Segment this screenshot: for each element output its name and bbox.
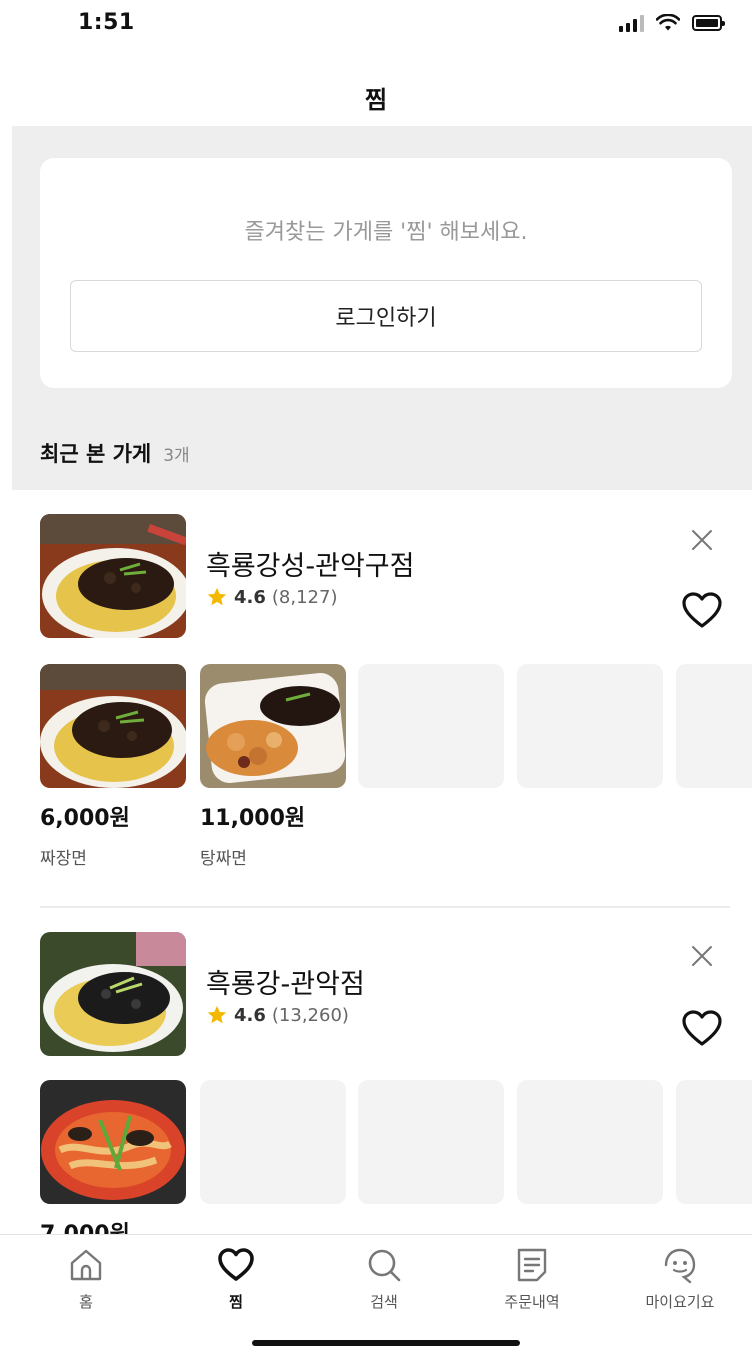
menu-item-placeholder (358, 664, 504, 788)
menu-name: 탕짜면 (200, 849, 247, 869)
search-icon (368, 1249, 401, 1282)
tab-label: 마이요기요 (645, 1293, 715, 1311)
menu-item-placeholder (676, 664, 752, 788)
menu-row (40, 1080, 752, 1204)
review-count: (13,260) (271, 1004, 349, 1026)
menu-item-placeholder (676, 1080, 752, 1204)
jjajangmyeon-image (40, 664, 186, 788)
close-icon[interactable] (688, 942, 716, 970)
menu-item-placeholder (358, 1080, 504, 1204)
tab-label: 찜 (229, 1293, 243, 1311)
menu-item-image[interactable] (40, 664, 186, 788)
tab-orders[interactable]: 주문내역 (482, 1245, 582, 1312)
tab-home[interactable]: 홈 (36, 1245, 136, 1312)
star-icon (207, 1005, 227, 1024)
favorites-screen: 1:51 찜 즐겨찾는 가게를 '찜' 해보세요. 로그인하기 최근 본 가게 … (0, 0, 752, 1346)
jjajangmyeon-image (40, 932, 186, 1056)
heart-icon (218, 1248, 254, 1281)
my-page-icon (664, 1248, 696, 1284)
heart-outline-icon[interactable] (680, 1008, 724, 1048)
menu-price: 11,000원 (200, 806, 306, 831)
menu-item-image[interactable] (40, 1080, 186, 1204)
wifi-icon (656, 14, 680, 31)
store-thumbnail[interactable] (40, 932, 186, 1056)
menu-item-placeholder (200, 1080, 346, 1204)
store-rating: 4.6 (8,127) (206, 586, 337, 608)
menu-price: 6,000원 (40, 806, 130, 831)
page-title: 찜 (364, 86, 388, 114)
menu-row (40, 664, 752, 788)
store-divider (40, 906, 730, 908)
heart-outline-icon[interactable] (680, 590, 724, 630)
menu-item-placeholder (517, 664, 663, 788)
store-thumbnail[interactable] (40, 514, 186, 638)
cellular-signal-icon (619, 14, 644, 32)
login-prompt: 즐겨찾는 가게를 '찜' 해보세요. (244, 220, 528, 245)
login-button[interactable]: 로그인하기 (70, 280, 702, 352)
order-list-icon (517, 1248, 547, 1282)
rating-value: 4.6 (234, 1004, 266, 1026)
bottom-tab-bar: 홈 찜 검색 주문내역 마이요기요 (0, 1234, 752, 1346)
status-bar: 1:51 (0, 0, 752, 62)
status-time: 1:51 (78, 10, 135, 35)
menu-item-image[interactable] (200, 664, 346, 788)
recent-stores-count: 3개 (163, 446, 190, 466)
star-icon (207, 587, 227, 606)
store-rating: 4.6 (13,260) (206, 1004, 349, 1026)
jjamppong-image (40, 1080, 186, 1204)
tab-label: 홈 (79, 1293, 93, 1311)
menu-item-placeholder (517, 1080, 663, 1204)
rating-value: 4.6 (234, 586, 266, 608)
close-icon[interactable] (688, 526, 716, 554)
header: 찜 (0, 62, 752, 126)
home-indicator (252, 1340, 520, 1346)
recent-stores-header: 최근 본 가게 3개 (40, 438, 190, 468)
tab-my-page[interactable]: 마이요기요 (630, 1245, 730, 1312)
recent-stores-title: 최근 본 가게 (40, 442, 152, 466)
tab-label: 검색 (370, 1293, 398, 1311)
review-count: (8,127) (271, 586, 338, 608)
tangjjamyeon-image (200, 664, 346, 788)
home-icon (70, 1249, 102, 1281)
store-name[interactable]: 흑룡강성-관악구점 (206, 544, 414, 583)
tab-label: 주문내역 (504, 1293, 560, 1311)
status-icons (619, 14, 725, 32)
jjajangmyeon-image (40, 514, 186, 638)
login-section: 즐겨찾는 가게를 '찜' 해보세요. 로그인하기 최근 본 가게 3개 (12, 126, 752, 490)
menu-name: 짜장면 (40, 849, 87, 869)
battery-icon (692, 15, 725, 31)
tab-favorites[interactable]: 찜 (186, 1245, 286, 1312)
store-name[interactable]: 흑룡강-관악점 (206, 962, 365, 1001)
tab-search[interactable]: 검색 (334, 1245, 434, 1312)
login-card: 즐겨찾는 가게를 '찜' 해보세요. 로그인하기 (40, 158, 732, 388)
